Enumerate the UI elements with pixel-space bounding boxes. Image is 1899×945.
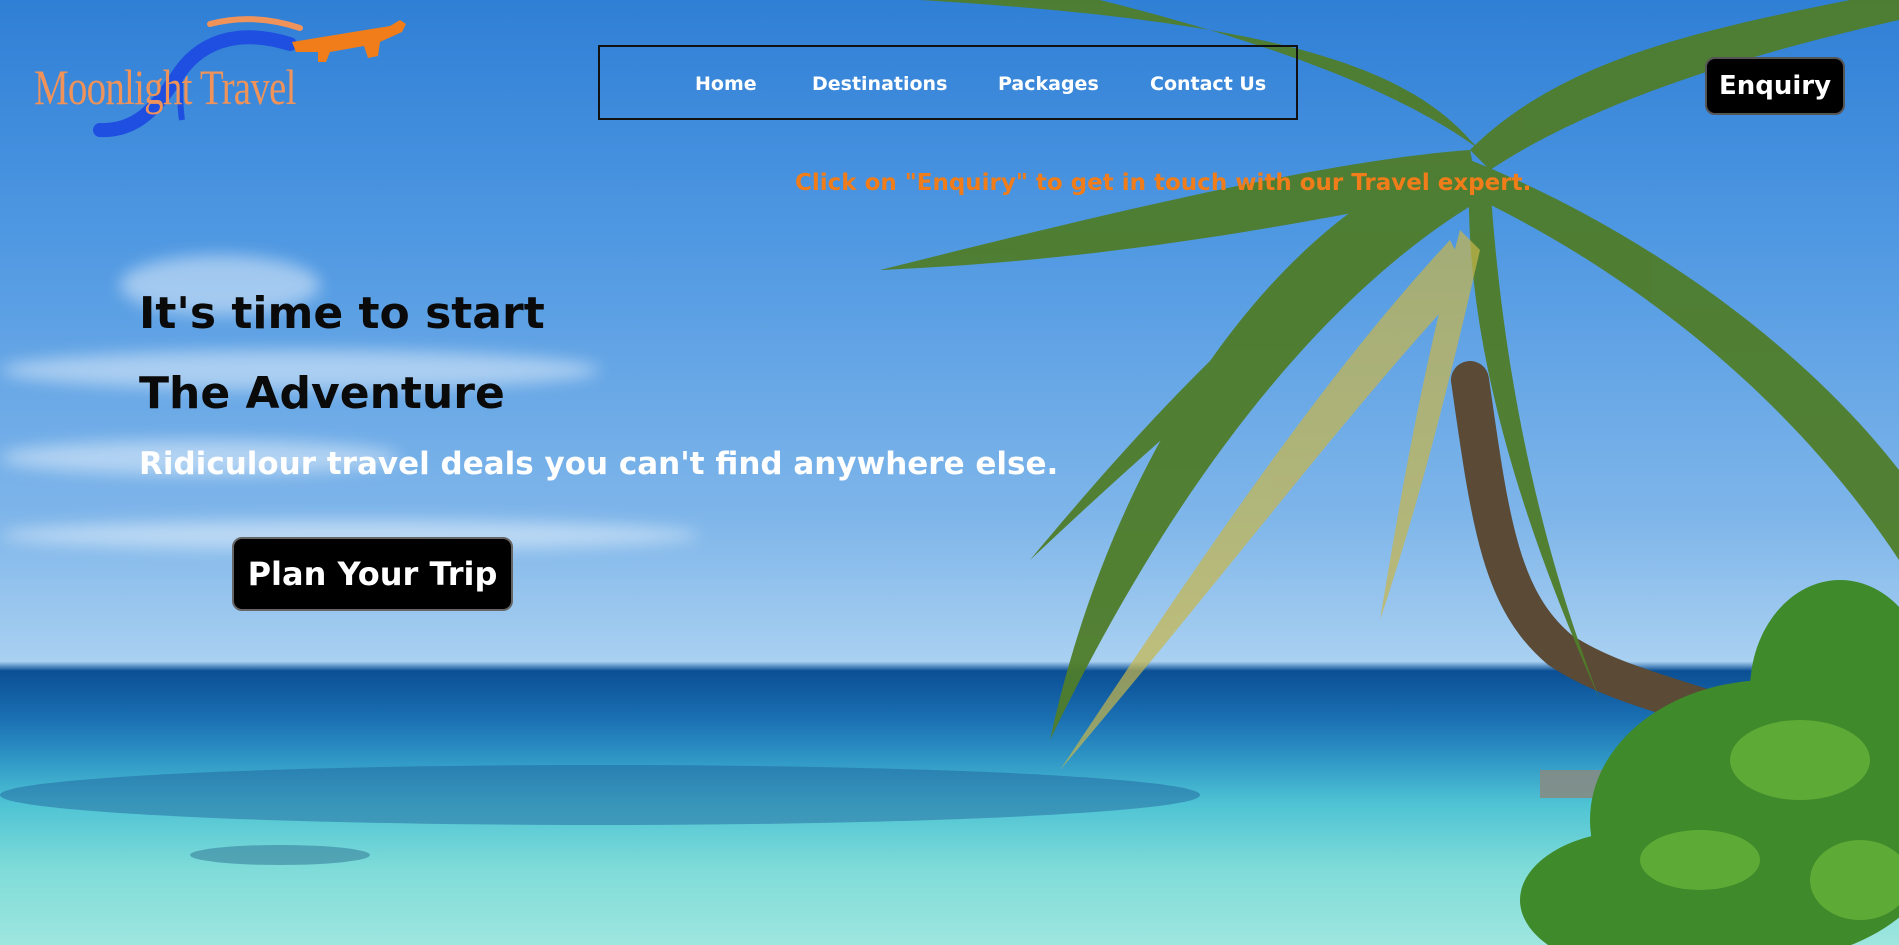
hero-section: Moonlight Travel Home Destinations Packa…	[0, 0, 1899, 945]
nav-item-contact-us[interactable]: Contact Us	[1150, 73, 1266, 95]
nav-item-packages[interactable]: Packages	[998, 73, 1099, 95]
enquiry-notice: Click on "Enquiry" to get in touch with …	[795, 170, 1532, 196]
hero-tagline: Ridiculour travel deals you can't find a…	[139, 446, 1059, 482]
hero-headline-line1: It's time to start	[139, 288, 545, 339]
hero-headline-line2: The Adventure	[139, 368, 505, 419]
enquiry-button[interactable]: Enquiry	[1705, 57, 1845, 115]
nav-item-home[interactable]: Home	[695, 73, 757, 95]
logo-text: Moonlight Travel	[34, 59, 296, 115]
main-nav: Home Destinations Packages Contact Us	[598, 45, 1298, 120]
brand-logo[interactable]: Moonlight Travel	[30, 12, 415, 142]
nav-item-destinations[interactable]: Destinations	[812, 73, 947, 95]
plan-your-trip-button[interactable]: Plan Your Trip	[232, 537, 513, 611]
